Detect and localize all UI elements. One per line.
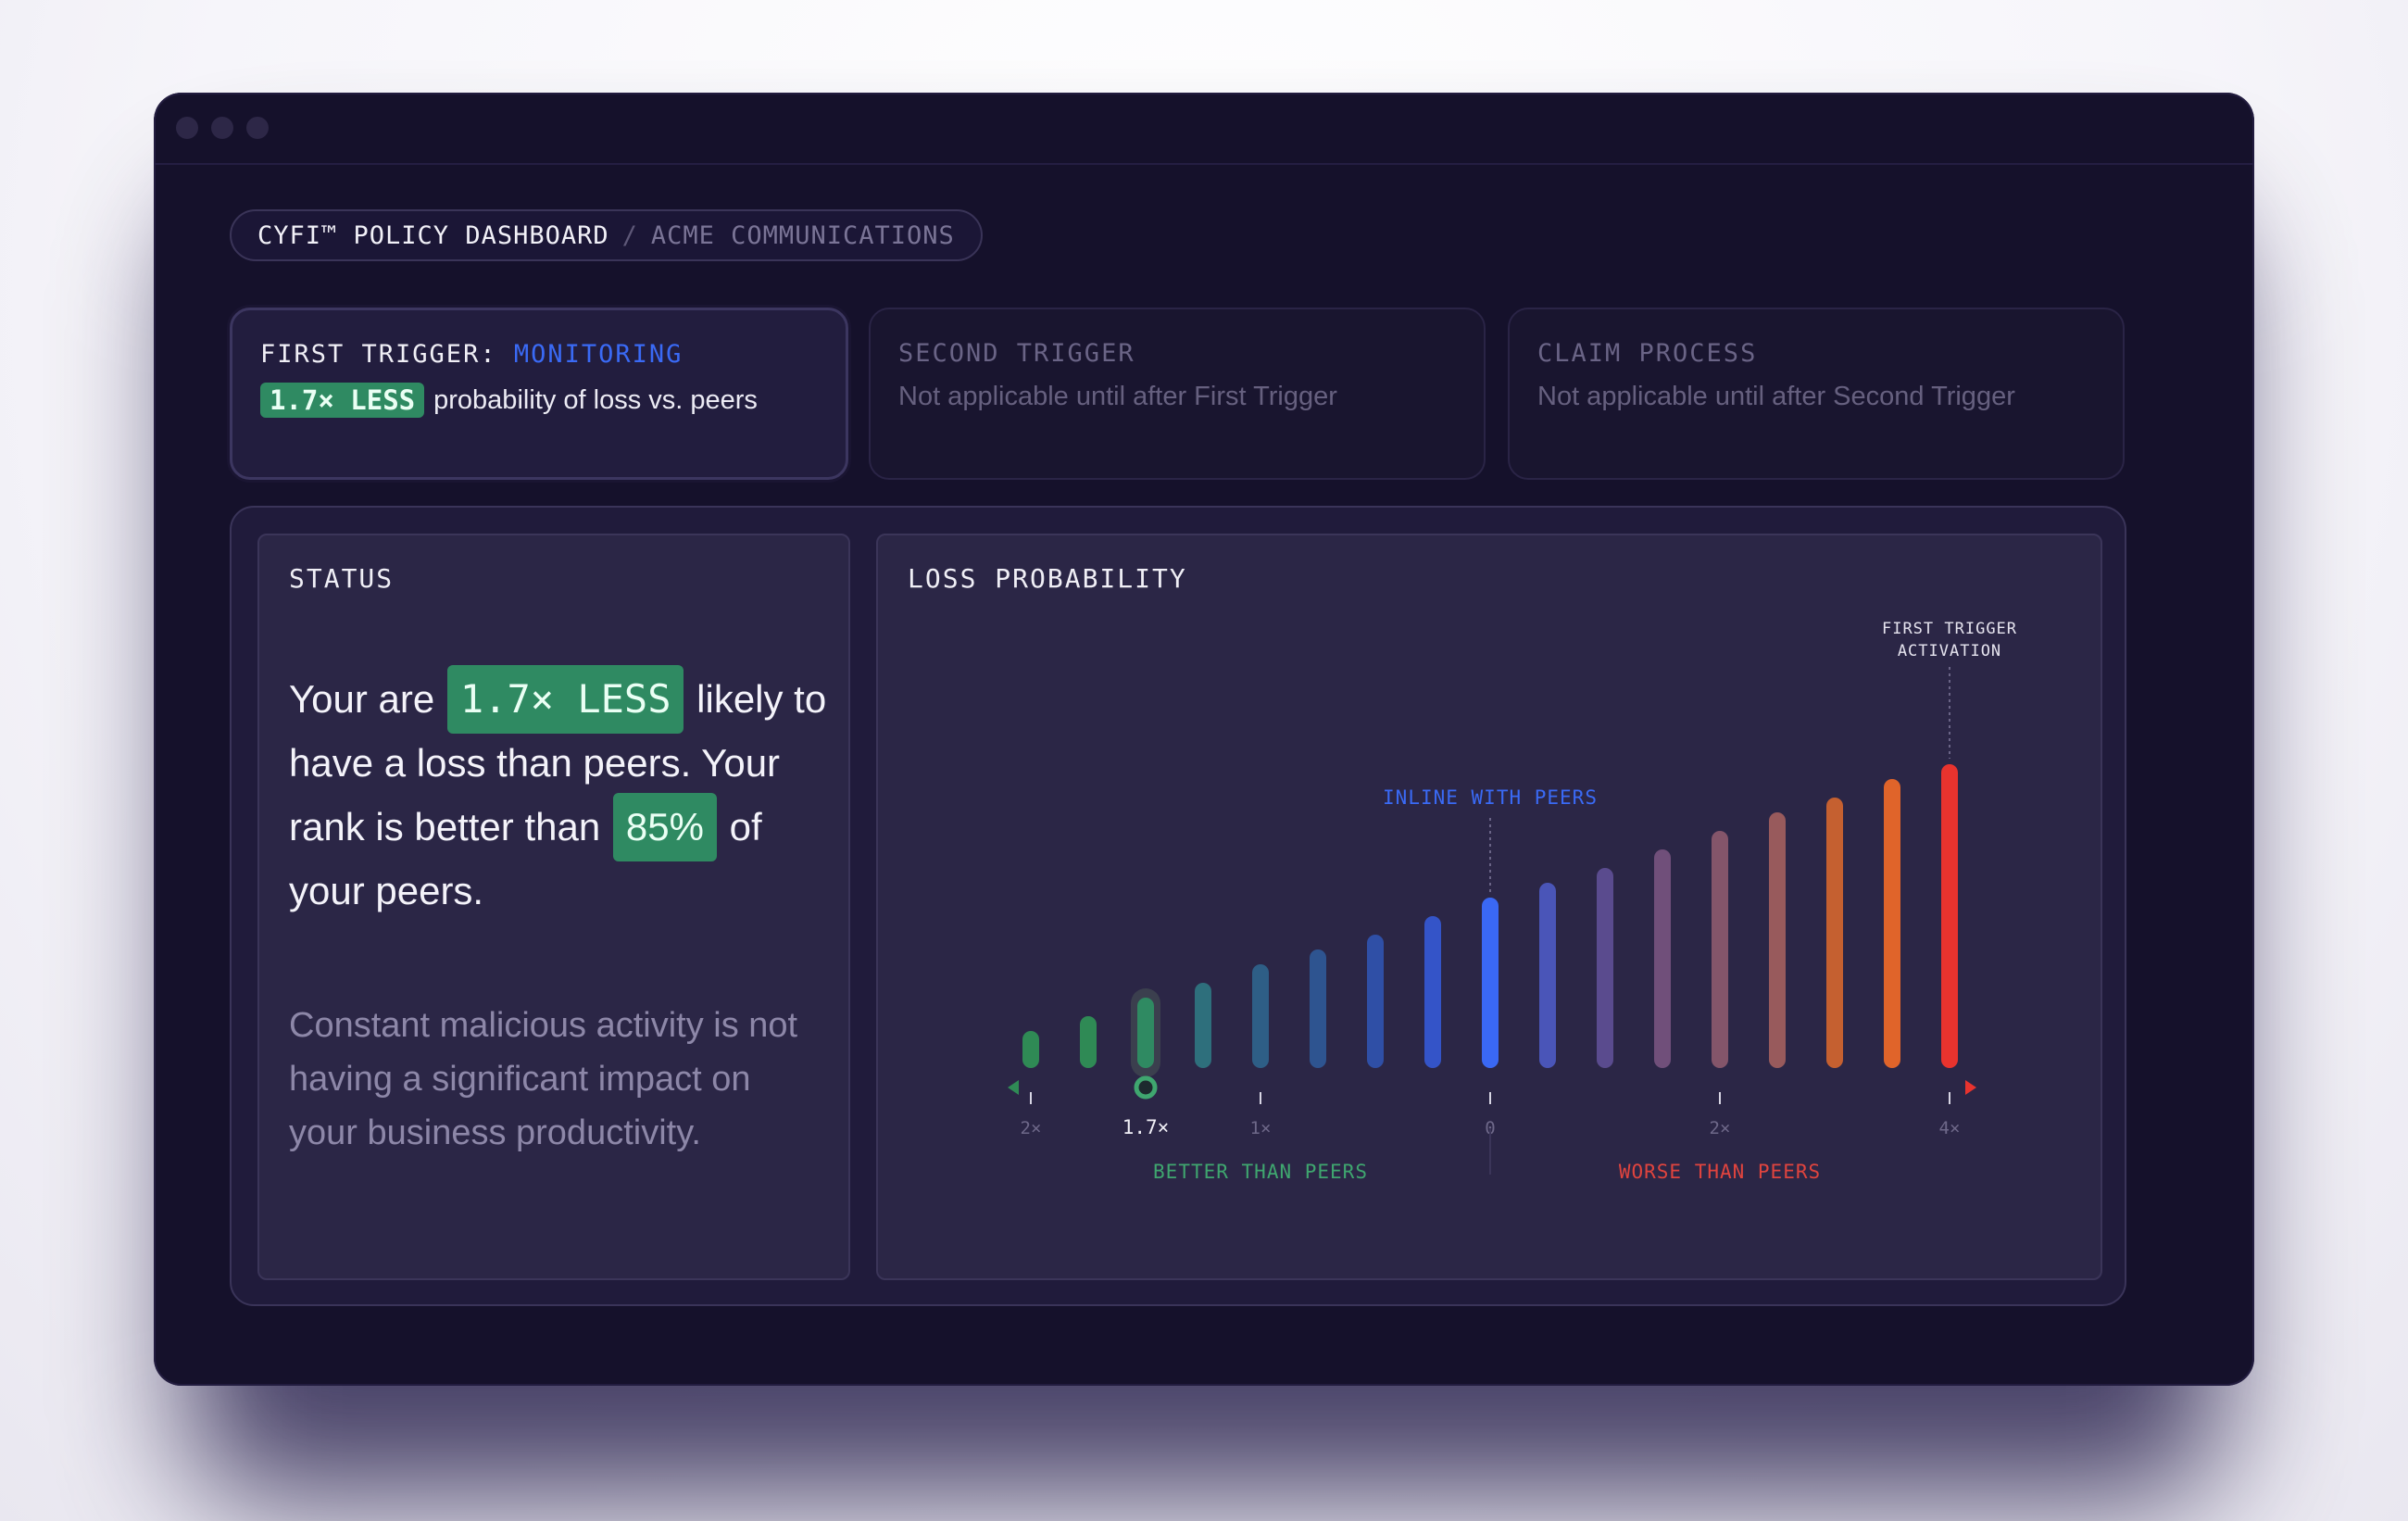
first-trigger-card[interactable]: FIRST TRIGGER: MONITORING 1.7× LESS prob… bbox=[230, 308, 848, 480]
main-panel: STATUS Your are 1.7× LESS likely to have… bbox=[230, 506, 2126, 1306]
second-trigger-label: SECOND TRIGGER bbox=[898, 339, 1135, 368]
breadcrumb-title[interactable]: CYFI™ POLICY DASHBOARD bbox=[257, 221, 609, 250]
chart-bar-12 bbox=[1712, 831, 1728, 1068]
status-panel: STATUS Your are 1.7× LESS likely to have… bbox=[257, 534, 850, 1280]
chart-bar-4 bbox=[1252, 964, 1269, 1068]
second-trigger-card[interactable]: SECOND TRIGGER Not applicable until afte… bbox=[869, 308, 1486, 480]
chart-bar-11 bbox=[1654, 849, 1671, 1068]
axis-right-arrow bbox=[1965, 1080, 1976, 1095]
axis-tick-label-2: 1.7× bbox=[1122, 1116, 1170, 1138]
first-trigger-state: MONITORING bbox=[513, 340, 684, 369]
status-summary: Your are 1.7× LESS likely to have a loss… bbox=[289, 665, 845, 921]
status-text-part1: Your are bbox=[289, 677, 435, 721]
chart-bar-13 bbox=[1769, 812, 1786, 1068]
axis-tick-label-4: 1× bbox=[1250, 1118, 1272, 1138]
minimize-window-dot[interactable] bbox=[211, 117, 233, 139]
maximize-window-dot[interactable] bbox=[246, 117, 269, 139]
loss-probability-chart: 2×1.7×1×02×4× BETTER THAN PEERS WORSE TH… bbox=[1008, 620, 2017, 1183]
first-trigger-badge: 1.7× LESS bbox=[260, 383, 425, 418]
axis-tick-label-12: 2× bbox=[1710, 1118, 1731, 1138]
chart-bar-0 bbox=[1022, 1031, 1039, 1068]
status-note: Constant malicious activity is not havin… bbox=[289, 1006, 798, 1152]
chart-bar-8 bbox=[1482, 898, 1499, 1068]
title-bar bbox=[154, 93, 2254, 165]
claim-process-label: CLAIM PROCESS bbox=[1537, 339, 1758, 368]
first-trigger-annotation-line1: FIRST TRIGGER bbox=[1882, 620, 2017, 638]
chart-bar-9 bbox=[1539, 883, 1556, 1068]
chart-bar-5 bbox=[1310, 949, 1326, 1068]
claim-process-text: Not applicable until after Second Trigge… bbox=[1537, 382, 2015, 411]
status-rank-highlight: 85% bbox=[612, 793, 717, 861]
breadcrumb: CYFI™ POLICY DASHBOARD / ACME COMMUNICAT… bbox=[230, 209, 983, 261]
first-trigger-text: probability of loss vs. peers bbox=[433, 384, 758, 415]
claim-process-card[interactable]: CLAIM PROCESS Not applicable until after… bbox=[1508, 308, 2125, 480]
chart-bar-3 bbox=[1195, 983, 1211, 1068]
status-title: STATUS bbox=[289, 563, 395, 594]
breadcrumb-separator: / bbox=[621, 220, 638, 250]
chart-bar-2 bbox=[1137, 998, 1154, 1068]
axis-left-arrow bbox=[1008, 1080, 1019, 1095]
first-trigger-body: 1.7× LESS probability of loss vs. peers bbox=[260, 383, 758, 418]
chart-bar-7 bbox=[1424, 916, 1441, 1068]
breadcrumb-company[interactable]: ACME COMMUNICATIONS bbox=[651, 221, 955, 250]
chart-bar-1 bbox=[1080, 1016, 1097, 1068]
loss-probability-panel: LOSS PROBABILITY 2× 1.7× 1× 2× 4× BETTER… bbox=[876, 534, 2102, 1280]
close-window-dot[interactable] bbox=[176, 117, 198, 139]
chart-bar-6 bbox=[1367, 935, 1384, 1068]
first-trigger-heading: FIRST TRIGGER: MONITORING bbox=[260, 340, 683, 369]
chart-bar-16 bbox=[1941, 764, 1958, 1068]
chart-bar-10 bbox=[1597, 868, 1613, 1068]
chart-bar-14 bbox=[1826, 798, 1843, 1068]
first-trigger-annotation-line2: ACTIVATION bbox=[1898, 642, 2001, 660]
axis-tick-label-0: 2× bbox=[1021, 1118, 1042, 1138]
inline-with-peers-annotation: INLINE WITH PEERS bbox=[1383, 786, 1598, 809]
axis-tick-label-16: 4× bbox=[1939, 1118, 1961, 1138]
chart-bar-15 bbox=[1884, 779, 1900, 1068]
app-window: CYFI™ POLICY DASHBOARD / ACME COMMUNICAT… bbox=[154, 93, 2254, 1386]
better-than-peers-label: BETTER THAN PEERS bbox=[1153, 1161, 1368, 1183]
worse-than-peers-label: WORSE THAN PEERS bbox=[1619, 1161, 1821, 1183]
first-trigger-label: FIRST TRIGGER: bbox=[260, 340, 497, 369]
second-trigger-text: Not applicable until after First Trigger bbox=[898, 382, 1337, 411]
current-position-marker bbox=[1134, 1075, 1158, 1100]
status-likelihood-highlight: 1.7× LESS bbox=[446, 665, 684, 734]
